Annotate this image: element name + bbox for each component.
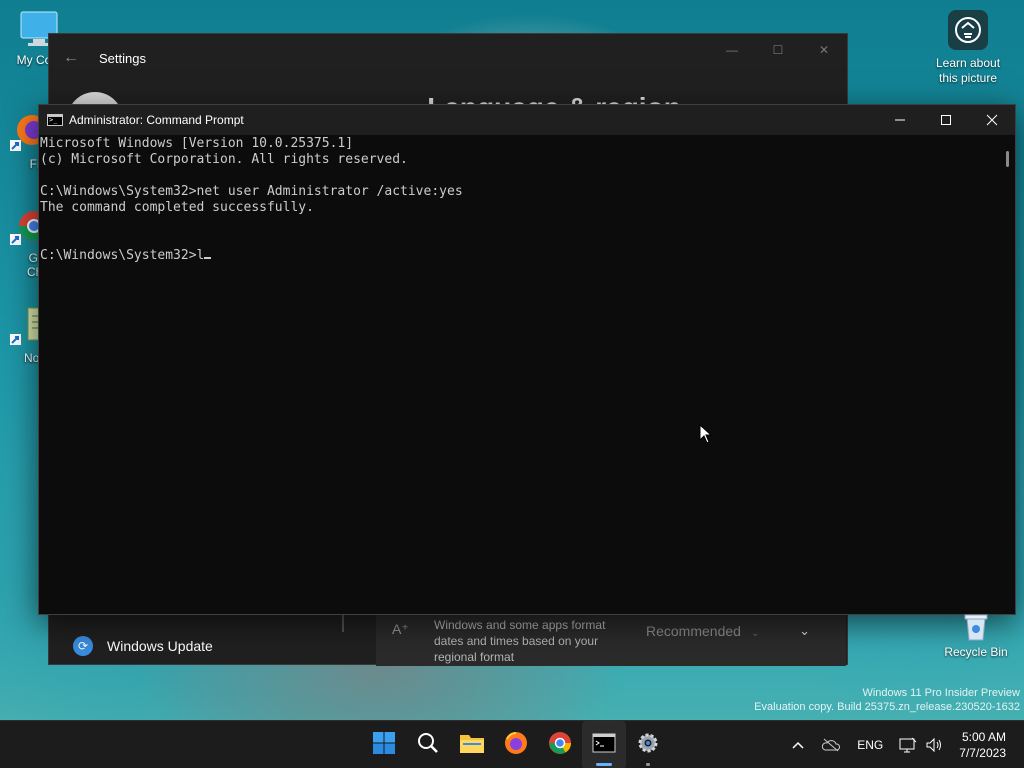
chrome-icon [548,731,572,760]
console-line: The command completed successfully. [40,200,314,215]
close-button[interactable]: ✕ [801,34,847,66]
watermark-line1: Windows 11 Pro Insider Preview [862,687,1020,699]
network-icon[interactable] [891,737,925,753]
console-line: Microsoft Windows [Version 10.0.25375.1] [40,136,354,151]
sidebar-item-label: Windows Update [107,638,213,654]
chrome-button[interactable] [538,721,582,768]
desktop-icon-recycle-bin[interactable]: Recycle Bin [938,612,1014,659]
onedrive-offline-icon[interactable] [813,738,849,752]
system-tray: ENG 5:00 AM 7/7/2023 [783,721,1024,768]
recycle-bin-icon [938,612,1014,645]
console-line: ​ [40,232,999,248]
console-prompt-line: C:\Windows\System32>l [40,248,999,264]
chevron-down-icon: ⌄ [750,628,760,639]
taskbar: ENG 5:00 AM 7/7/2023 [0,720,1024,768]
file-explorer-icon [459,732,485,759]
command-prompt-window[interactable]: Administrator: Command Prompt Microsoft … [38,104,1016,615]
console-output[interactable]: Microsoft Windows [Version 10.0.25375.1]… [39,135,999,614]
running-indicator [646,763,650,766]
file-explorer-button[interactable] [450,721,494,768]
settings-window-controls: — ☐ ✕ [709,34,847,66]
regional-format-card[interactable]: A⁺ Windows and some apps format dates an… [376,614,846,666]
learn-about-picture[interactable]: Learn about this picture [918,10,1018,86]
language-indicator[interactable]: ENG [849,738,891,752]
sidebar-item-windows-update[interactable]: ⟳ Windows Update [73,636,213,656]
close-button[interactable] [969,105,1015,135]
mouse-pointer-icon [699,423,713,449]
taskbar-apps [362,721,670,768]
console-prompt: C:\Windows\System32>l [40,248,205,263]
vertical-scrollbar[interactable] [999,135,1015,614]
minimize-button[interactable]: — [709,34,755,66]
console-line: (c) Microsoft Corporation. All rights re… [40,152,408,167]
windows-watermark: Windows 11 Pro Insider Preview Evaluatio… [754,686,1020,714]
console-line: ​ [40,216,999,232]
learn-picture-line1: Learn about [935,56,1001,70]
firefox-button[interactable] [494,721,538,768]
scrollbar-thumb[interactable] [1006,151,1009,167]
refresh-icon: ⟳ [73,636,93,656]
active-indicator [596,763,612,766]
search-button[interactable] [406,721,450,768]
text-cursor [204,257,212,259]
settings-icon [636,731,660,760]
start-icon [372,731,396,760]
back-arrow-icon[interactable]: ← [63,49,79,67]
regional-format-description: Windows and some apps format dates and t… [434,618,606,664]
recycle-bin-label: Recycle Bin [944,645,1008,659]
expand-chevron-icon[interactable]: ⌄ [799,623,810,639]
cmd-title: Administrator: Command Prompt [69,113,244,127]
terminal-button[interactable] [582,721,626,768]
search-icon [417,732,439,759]
select-value: Recommended [646,623,741,639]
cmd-app-icon [47,114,63,126]
learn-picture-line2: this picture [938,71,998,85]
chevron-up-icon[interactable] [783,740,813,750]
cmd-titlebar[interactable]: Administrator: Command Prompt [39,105,1015,135]
start-button[interactable] [362,721,406,768]
console-line: ​ [40,168,999,184]
maximize-button[interactable]: ☐ [755,34,801,66]
volume-icon[interactable] [925,737,951,753]
console-line: C:\Windows\System32>net user Administrat… [40,184,463,199]
firefox-icon [504,731,528,760]
minimize-button[interactable] [877,105,923,135]
format-icon: A⁺ [392,621,409,637]
nav-divider [342,614,344,632]
clock[interactable]: 5:00 AM 7/7/2023 [951,729,1024,761]
camera-icon [948,10,988,50]
regional-format-select[interactable]: Recommended ⌄ [646,623,759,639]
cmd-window-controls [877,105,1015,135]
terminal-icon [592,733,616,758]
settings-button[interactable] [626,721,670,768]
watermark-line2: Evaluation copy. Build 25375.zn_release.… [754,701,1020,713]
maximize-button[interactable] [923,105,969,135]
clock-date: 7/7/2023 [959,746,1006,760]
settings-title: Settings [99,50,146,66]
clock-time: 5:00 AM [961,730,1006,744]
